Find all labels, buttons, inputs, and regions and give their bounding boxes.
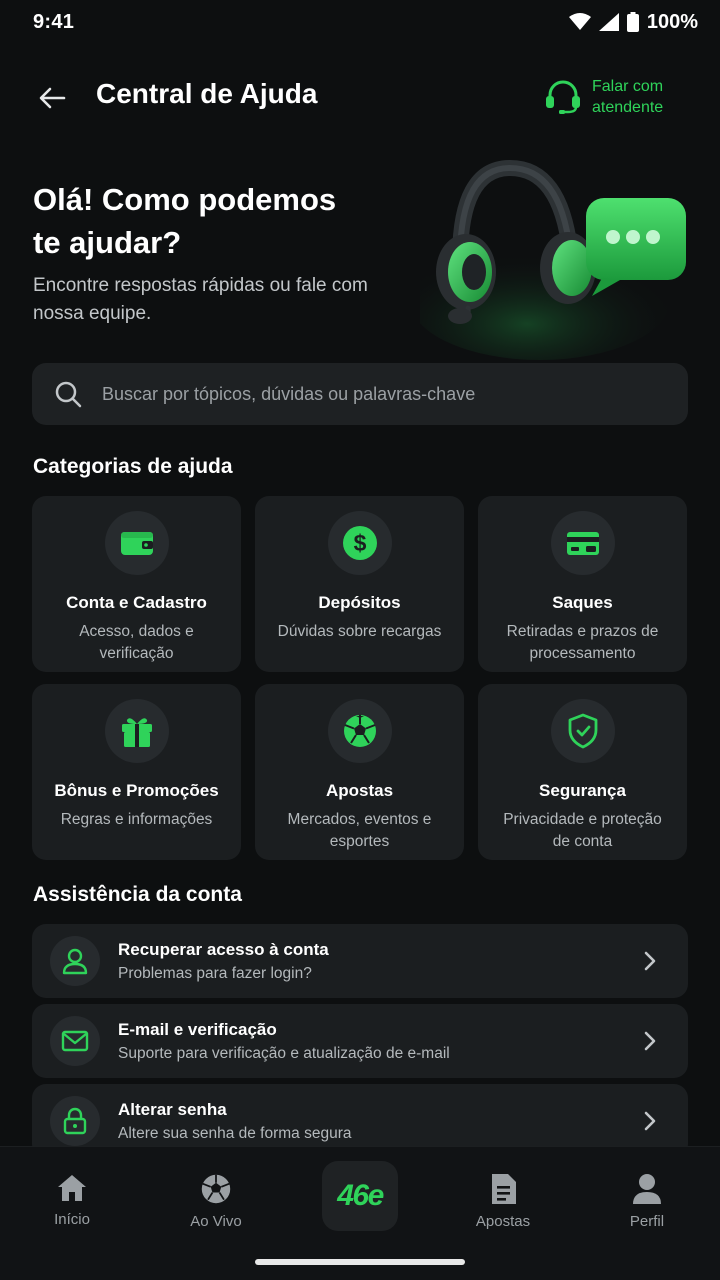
hero-title: Olá! Como podemos te ajudar? [33,182,337,260]
status-time: 9:41 [33,10,75,33]
status-icons: 100% [568,10,698,34]
document-icon [492,1174,516,1204]
battery-level: 100% [646,10,698,33]
arrow-left-icon [39,87,66,109]
svg-text:$: $ [353,530,366,556]
category-title: Apostas [325,781,394,800]
search-icon [54,380,82,408]
search-bar[interactable] [32,363,688,425]
nav-label: Ao Vivo [190,1213,242,1230]
signal-icon [598,13,619,31]
account-assistance-title: Assistência da conta [33,883,242,906]
chevron-right-icon [638,1029,662,1053]
list-item-subtitle: Suporte para verificação e atualização d… [118,1044,450,1062]
nav-label: Perfil [629,1213,665,1230]
dollar-icon: $ [327,511,392,575]
list-item-subtitle: Problemas para fazer login? [118,964,312,982]
category-desc: Regras e informações [60,811,213,828]
user-icon [50,936,100,986]
categories-title: Categorias de ajuda [33,455,233,478]
nav-item-live[interactable]: Ao Vivo [166,1173,266,1230]
categories-grid: Conta e Cadastro Acesso, dados e verific… [32,496,688,860]
list-item-subtitle: Altere sua senha de forma segura [118,1124,352,1142]
shield-icon [550,699,615,763]
chevron-right-icon [638,949,662,973]
category-title: Conta e Cadastro [66,593,207,612]
talk-to-agent-label: Falar com atendente [592,78,664,116]
back-button[interactable] [36,82,68,114]
chevron-right-icon [638,1109,662,1133]
nav-item-bets[interactable]: Apostas [453,1173,553,1230]
category-bonus[interactable]: Bônus e Promoções Regras e informações [32,684,241,860]
list-item-title: Alterar senha [118,1099,227,1119]
category-title: Saques [552,593,613,612]
category-bets[interactable]: Apostas Mercados, eventos e esportes [255,684,464,860]
headset-icon [546,80,580,114]
nav-item-profile[interactable]: Perfil [597,1173,697,1230]
wifi-icon [568,13,591,30]
app-header: Central de Ajuda Falar com atendente [0,60,720,134]
category-security[interactable]: Segurança Privacidade e proteção de cont… [478,684,687,860]
account-assistance-list: Recuperar acesso à conta Problemas para … [32,924,688,1164]
category-title: Depósitos [318,593,401,612]
category-desc: Privacidade e proteção de conta [503,811,662,850]
brand-logo-button[interactable]: 46e [322,1161,398,1231]
lock-icon [50,1096,100,1146]
home-indicator[interactable] [255,1259,465,1265]
list-item-title: E-mail e verificação [118,1019,277,1039]
support-illustration [410,150,700,360]
list-item-recover-access[interactable]: Recuperar acesso à conta Problemas para … [32,924,688,998]
home-icon [58,1175,86,1201]
gift-icon [104,699,169,763]
category-desc: Retiradas e prazos de processamento [506,623,659,662]
mail-icon [50,1016,100,1066]
profile-icon [633,1174,661,1204]
page-title: Central de Ajuda [96,78,318,109]
nav-item-home[interactable]: Início [22,1173,122,1228]
nav-label: Apostas [475,1213,531,1230]
talk-to-agent-button[interactable]: Falar com atendente [544,76,672,118]
soccer-ball-icon [201,1174,231,1204]
status-bar: 9:41 100% [0,0,720,44]
card-icon [550,511,615,575]
category-desc: Acesso, dados e verificação [79,623,194,662]
hero-subtitle: Encontre respostas rápidas ou fale com n… [33,275,368,324]
category-desc: Dúvidas sobre recargas [277,623,442,640]
soccer-ball-icon [327,699,392,763]
nav-label: Início [54,1211,90,1228]
brand-logo: 46e [337,1179,384,1212]
category-title: Segurança [539,781,626,800]
list-item-title: Recuperar acesso à conta [118,939,329,959]
search-input[interactable] [102,383,666,405]
battery-icon [626,12,639,32]
category-withdrawals[interactable]: Saques Retiradas e prazos de processamen… [478,496,687,672]
list-item-email-verification[interactable]: E-mail e verificação Suporte para verifi… [32,1004,688,1078]
wallet-icon [104,511,169,575]
category-title: Bônus e Promoções [54,781,219,800]
category-account[interactable]: Conta e Cadastro Acesso, dados e verific… [32,496,241,672]
category-deposits[interactable]: $ Depósitos Dúvidas sobre recargas [255,496,464,672]
category-desc: Mercados, eventos e esportes [287,811,432,850]
